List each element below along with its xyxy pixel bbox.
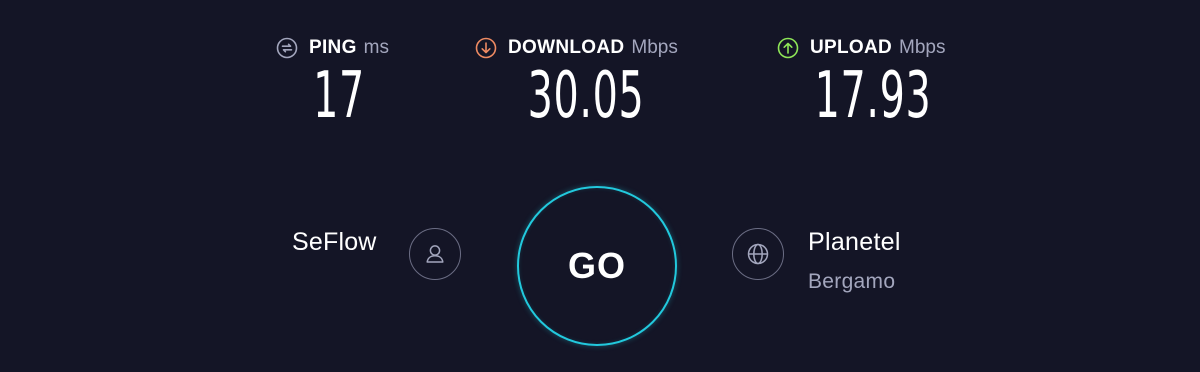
ping-icon (276, 37, 298, 59)
download-header: DOWNLOAD Mbps (475, 36, 678, 60)
ping-label: PING (309, 37, 357, 58)
upload-unit: Mbps (899, 37, 946, 58)
isp-name[interactable]: SeFlow (292, 228, 377, 257)
ping-value: 17 (313, 59, 365, 133)
user-icon (422, 241, 448, 267)
upload-metric: UPLOAD Mbps 17.93 (777, 36, 946, 128)
upload-label: UPLOAD (810, 37, 893, 58)
download-arrow-icon (475, 37, 497, 59)
globe-icon (745, 241, 771, 267)
ping-metric: PING ms 17 (276, 36, 389, 128)
server-name[interactable]: Planetel (808, 228, 901, 257)
upload-value: 17.93 (814, 59, 932, 133)
server-button[interactable] (732, 228, 784, 280)
user-button[interactable] (409, 228, 461, 280)
ping-unit: ms (363, 37, 389, 58)
go-button[interactable]: GO (517, 186, 677, 346)
ping-header: PING ms (276, 36, 389, 60)
download-value: 30.05 (527, 59, 645, 133)
download-metric: DOWNLOAD Mbps 30.05 (475, 36, 678, 128)
go-label: GO (567, 245, 626, 286)
download-label: DOWNLOAD (508, 37, 625, 58)
server-location[interactable]: Bergamo (808, 270, 895, 294)
download-unit: Mbps (631, 37, 678, 58)
upload-arrow-icon (777, 37, 799, 59)
upload-header: UPLOAD Mbps (777, 36, 946, 60)
